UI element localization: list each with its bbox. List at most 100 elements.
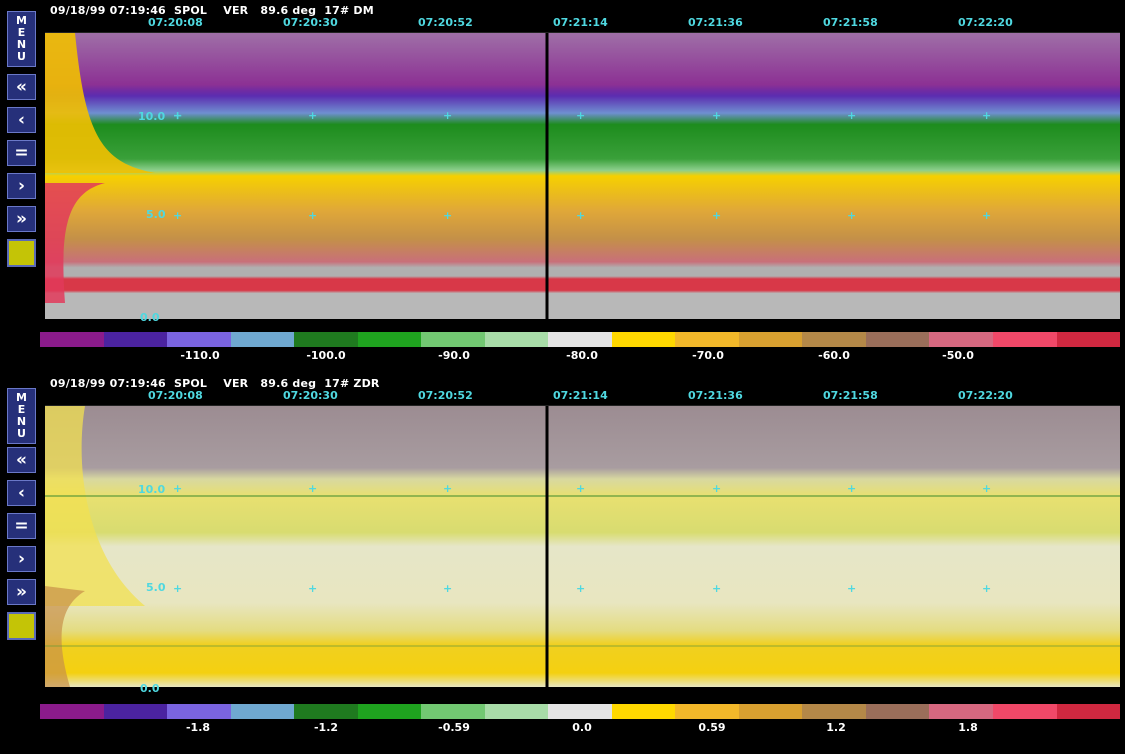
time-label: 07:21:58 xyxy=(823,389,878,402)
double-chevron-right-icon: » xyxy=(16,209,27,229)
last-frame-button[interactable]: » xyxy=(7,206,36,232)
svg-text:+: + xyxy=(308,582,317,595)
colorbar-label: 1.8 xyxy=(958,721,978,734)
svg-text:+: + xyxy=(847,109,856,122)
svg-text:+: + xyxy=(173,209,182,222)
radar-image: + + + + + + + + + + + + + + xyxy=(45,33,1120,319)
color-swatch xyxy=(802,704,866,719)
first-frame-button[interactable]: « xyxy=(7,447,36,473)
time-label: 07:21:58 xyxy=(823,16,878,29)
svg-text:+: + xyxy=(576,109,585,122)
color-swatch xyxy=(294,332,358,347)
svg-text:+: + xyxy=(847,582,856,595)
y-axis-label: 0.0 xyxy=(140,682,160,695)
colorbar-label: -50.0 xyxy=(942,349,974,362)
colorbar-label: -60.0 xyxy=(818,349,850,362)
svg-text:+: + xyxy=(443,582,452,595)
time-label: 07:21:14 xyxy=(553,16,608,29)
colorbar-label: 0.0 xyxy=(572,721,592,734)
plot-area[interactable]: + + + + + + + + + + + + + + xyxy=(45,32,1120,319)
svg-text:+: + xyxy=(173,482,182,495)
panel-zdr: 09/18/99 07:19:46 SPOL VER 89.6 deg 17# … xyxy=(0,373,1125,745)
prev-frame-button[interactable]: ‹ xyxy=(7,480,36,506)
equals-icon: = xyxy=(14,143,29,163)
radar-image: + + + + + + + + + + + + + + xyxy=(45,406,1120,687)
plot-area[interactable]: + + + + + + + + + + + + + + xyxy=(45,405,1120,692)
svg-text:+: + xyxy=(712,209,721,222)
color-swatch xyxy=(802,332,866,347)
first-frame-button[interactable]: « xyxy=(7,74,36,100)
chevron-right-icon: › xyxy=(17,176,25,196)
color-swatch xyxy=(675,332,739,347)
color-swatch xyxy=(548,704,612,719)
reset-frame-button[interactable]: = xyxy=(7,140,36,166)
time-label: 07:21:36 xyxy=(688,16,743,29)
menu-letter: U xyxy=(17,427,26,440)
color-swatch xyxy=(357,704,422,719)
color-swatch xyxy=(357,332,422,347)
svg-text:+: + xyxy=(982,109,991,122)
color-swatch xyxy=(103,332,168,347)
colorbar-label: -1.8 xyxy=(185,721,211,734)
reset-frame-button[interactable]: = xyxy=(7,513,36,539)
side-menu: M E N U « ‹ = › » xyxy=(7,11,36,271)
color-swatch xyxy=(611,332,676,347)
colorbar-label: 1.2 xyxy=(826,721,846,734)
color-swatch xyxy=(992,332,1057,347)
color-swatch xyxy=(40,332,104,347)
menu-button[interactable]: M E N U xyxy=(7,11,36,67)
side-menu: M E N U « ‹ = › » xyxy=(7,388,36,648)
toggle-box[interactable] xyxy=(7,239,36,267)
color-swatch xyxy=(484,332,549,347)
colorbar-label: -110.0 xyxy=(180,349,220,362)
colorbar-label: -70.0 xyxy=(692,349,724,362)
color-swatch xyxy=(230,704,295,719)
svg-text:+: + xyxy=(443,482,452,495)
y-axis-label: 5.0 xyxy=(146,208,166,221)
menu-button[interactable]: M E N U xyxy=(7,388,36,444)
svg-text:+: + xyxy=(712,582,721,595)
time-label: 07:21:36 xyxy=(688,389,743,402)
time-label: 07:20:08 xyxy=(148,389,203,402)
color-swatch xyxy=(611,704,676,719)
color-swatch xyxy=(421,332,485,347)
color-swatch xyxy=(929,332,993,347)
color-swatch xyxy=(167,332,231,347)
y-axis-label: 10.0 xyxy=(138,110,166,123)
svg-text:+: + xyxy=(982,482,991,495)
svg-text:+: + xyxy=(576,582,585,595)
svg-text:+: + xyxy=(308,109,317,122)
time-label: 07:20:30 xyxy=(283,389,338,402)
time-label: 07:22:20 xyxy=(958,389,1013,402)
next-frame-button[interactable]: › xyxy=(7,173,36,199)
svg-text:+: + xyxy=(173,582,182,595)
color-swatch xyxy=(865,704,930,719)
time-label: 07:20:52 xyxy=(418,16,473,29)
chevron-left-icon: ‹ xyxy=(17,483,25,503)
color-bar xyxy=(40,704,1121,719)
time-label: 07:20:30 xyxy=(283,16,338,29)
equals-icon: = xyxy=(14,516,29,536)
svg-text:+: + xyxy=(576,209,585,222)
time-label: 07:20:52 xyxy=(418,389,473,402)
double-chevron-left-icon: « xyxy=(16,77,27,97)
time-label: 07:21:14 xyxy=(553,389,608,402)
next-frame-button[interactable]: › xyxy=(7,546,36,572)
svg-text:+: + xyxy=(576,482,585,495)
last-frame-button[interactable]: » xyxy=(7,579,36,605)
color-swatch xyxy=(167,704,231,719)
svg-text:+: + xyxy=(982,209,991,222)
prev-frame-button[interactable]: ‹ xyxy=(7,107,36,133)
svg-text:+: + xyxy=(443,209,452,222)
color-swatch xyxy=(738,704,803,719)
color-bar xyxy=(40,332,1121,347)
y-axis-label: 10.0 xyxy=(138,483,166,496)
colorbar-label: -80.0 xyxy=(566,349,598,362)
colorbar-label: 0.59 xyxy=(698,721,726,734)
color-swatch xyxy=(421,704,485,719)
time-label: 07:22:20 xyxy=(958,16,1013,29)
color-swatch xyxy=(992,704,1057,719)
toggle-box[interactable] xyxy=(7,612,36,640)
y-axis-label: 0.0 xyxy=(140,311,160,324)
time-label: 07:20:08 xyxy=(148,16,203,29)
